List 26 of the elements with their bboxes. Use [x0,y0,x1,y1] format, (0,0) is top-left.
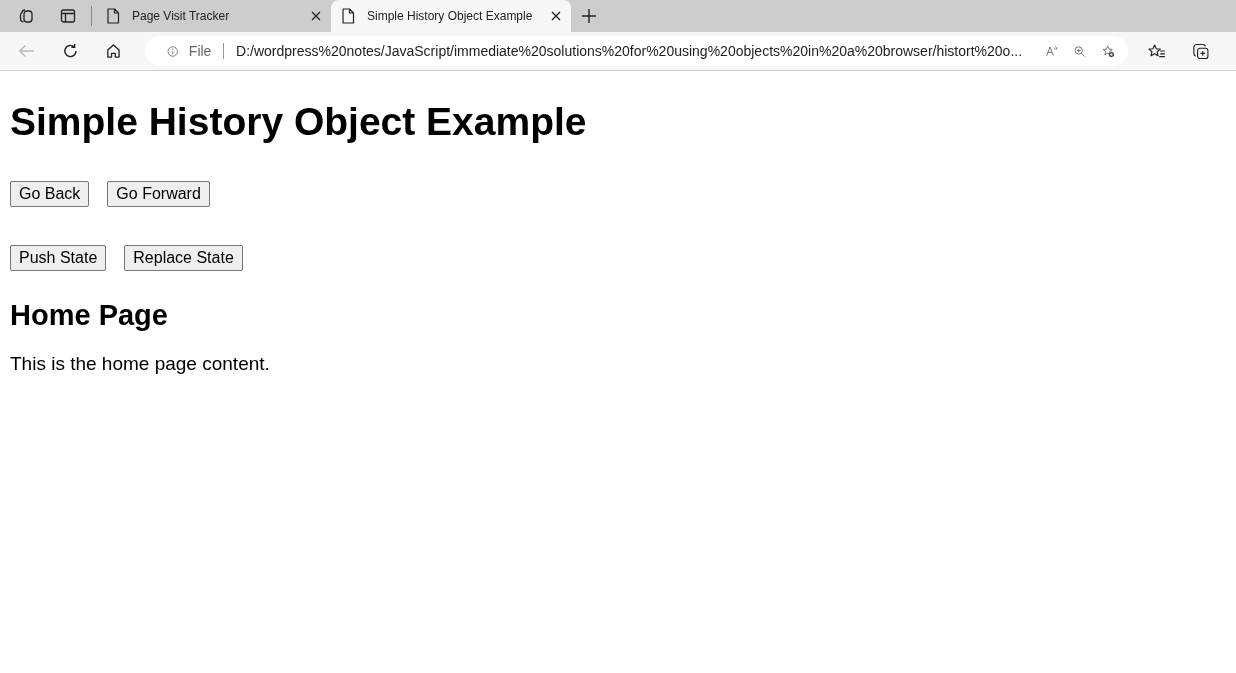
page-button[interactable]: Go Forward [107,181,210,207]
close-icon[interactable] [551,11,561,21]
page-button[interactable]: Push State [10,245,107,271]
page-button[interactable]: Go Back [10,181,90,207]
paragraph: This is the home page content. [10,353,271,375]
browser-tab[interactable]: Page Visit Tracker [96,0,331,32]
home-icon[interactable] [104,42,122,60]
page-button[interactable]: Replace State [124,245,243,271]
tab-title: Page Visit Tracker [132,9,231,23]
section-heading: Home Page [10,298,169,333]
collections-icon[interactable] [1192,41,1210,61]
workspaces-icon[interactable] [17,7,35,25]
page-heading: Simple History Object Example [10,99,588,144]
close-icon[interactable] [311,11,321,21]
reload-icon[interactable] [61,42,79,60]
url-text[interactable]: D:/wordpress%20notes/JavaScript/immediate%20solutions%20for%20using%20objects%20in%20a%20browser/histort%20o... [236,43,1023,59]
browser-tab[interactable]: Simple History Object Example [331,0,571,32]
favorites-icon[interactable] [1148,42,1167,60]
new-tab-icon[interactable] [581,8,597,24]
address-bar[interactable]: File D:/wordpress%20notes/JavaScript/immediate%20solutions%20for%20using%20objects%20in%20a%20browser/histort%20o... [145,36,1129,66]
page-icon [341,8,355,24]
page-icon [106,8,120,24]
read-aloud-icon[interactable] [1046,43,1059,59]
scheme-label: File [188,43,212,59]
tab-title: Simple History Object Example [367,9,534,23]
tab-actions-icon[interactable] [59,7,77,25]
